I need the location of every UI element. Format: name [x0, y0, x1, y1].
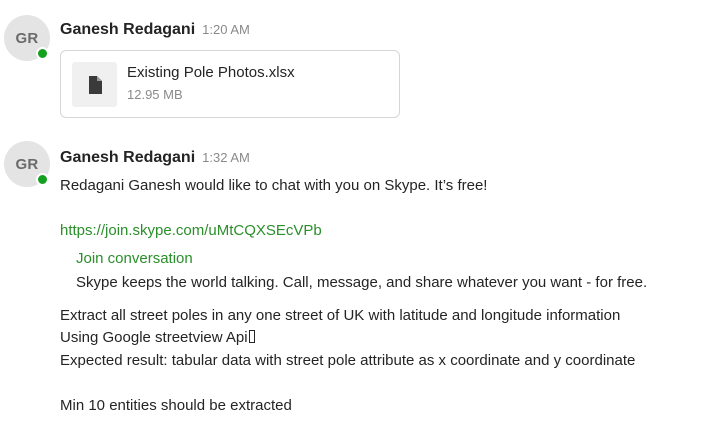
message-body-line: Extract all street poles in any one stre…: [60, 307, 621, 324]
text-cursor-icon: [248, 330, 255, 343]
message-timestamp: 1:32 AM: [202, 150, 250, 165]
message-body-line: Min 10 entities should be extracted: [60, 397, 292, 414]
sender-name[interactable]: Ganesh Redagani: [60, 21, 195, 38]
file-attachment-card[interactable]: Existing Pole Photos.xlsx 12.95 MB: [60, 50, 400, 118]
avatar[interactable]: GR: [4, 141, 50, 187]
skype-join-link[interactable]: https://join.skype.com/uMtCQXSEcVPb: [60, 222, 322, 239]
avatar[interactable]: GR: [4, 15, 50, 61]
online-status-icon: [36, 173, 49, 186]
message-intro-text: Redagani Ganesh would like to chat with …: [60, 177, 488, 194]
message-body-line: Expected result: tabular data with stree…: [60, 352, 636, 369]
link-preview-description: Skype keeps the world talking. Call, mes…: [76, 274, 648, 291]
file-name: Existing Pole Photos.xlsx: [127, 64, 295, 81]
file-size: 12.95 MB: [127, 87, 183, 102]
message-header: Ganesh Redagani 1:32 AM: [60, 149, 250, 167]
sender-name[interactable]: Ganesh Redagani: [60, 149, 195, 166]
message-feed: GR Ganesh Redagani 1:20 AM Existing Pole …: [0, 0, 701, 423]
message-timestamp: 1:20 AM: [202, 22, 250, 37]
message-body-line: Using Google streetview Api: [60, 329, 248, 346]
document-icon: [72, 62, 117, 107]
link-preview-title[interactable]: Join conversation: [76, 250, 193, 267]
online-status-icon: [36, 47, 49, 60]
message-header: Ganesh Redagani 1:20 AM: [60, 21, 250, 39]
